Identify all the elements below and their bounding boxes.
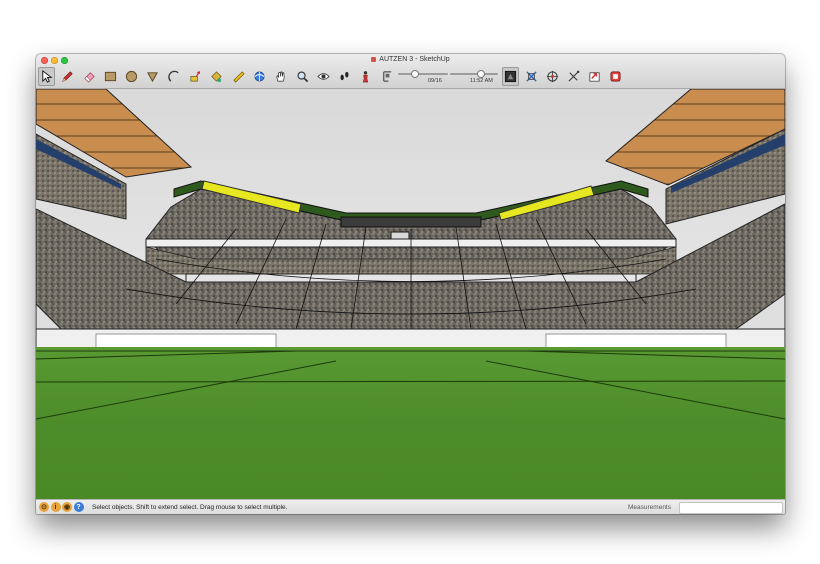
triangle-icon [147,71,159,82]
shadow-settings-icon [383,70,391,82]
walk-tool[interactable] [336,67,353,86]
shadows-toggle[interactable] [379,67,396,86]
rectangle-icon [104,71,116,81]
window-title: AUTZEN 3 - SketchUp [379,56,450,63]
date-slider-thumb[interactable] [411,70,419,78]
position-camera-tool[interactable] [357,67,374,86]
warehouse-icon [546,70,559,82]
footprints-icon [340,71,349,80]
window-title-wrap: AUTZEN 3 - SketchUp [36,55,785,65]
arrow-cursor-icon [42,69,53,83]
orbit-tool[interactable] [251,67,268,86]
orbit-icon [254,70,265,82]
paint-bucket-icon [211,70,223,82]
geo-location-icon[interactable]: ⊙ [39,502,49,512]
secondary-toolbar [502,65,628,87]
date-slider-track[interactable] [398,73,448,75]
pencil-icon [62,70,73,82]
title-bar: AUTZEN 3 - SketchUp 09/16 11:52 AM [36,54,785,89]
eraser-icon [83,71,95,83]
push-pull-icon [190,70,201,82]
select-tool[interactable] [38,66,55,86]
style-button[interactable] [502,66,519,86]
time-slider-track[interactable] [450,73,498,75]
document-icon [371,56,377,62]
layout-button[interactable] [607,67,624,86]
time-slider-thumb[interactable] [476,70,485,78]
layout-icon [610,70,621,82]
wall-panel-left [95,333,277,349]
zoom-tool[interactable] [294,67,311,86]
wall-panel-right [545,333,727,349]
shadow-sliders: 09/16 11:52 AM [398,67,500,85]
polygon-tool[interactable] [144,67,161,86]
extension-warehouse-button[interactable] [565,67,582,86]
model-viewport[interactable] [36,89,785,499]
look-around-tool[interactable] [315,67,332,86]
3d-warehouse-button[interactable] [544,67,561,86]
credits-icon[interactable]: i [50,502,61,512]
measurements-label: Measurements [628,504,671,511]
extension-icon [568,70,580,82]
tape-measure-tool[interactable] [230,67,247,86]
arc-tool[interactable] [166,67,183,86]
circle-tool[interactable] [123,67,140,86]
eraser-tool[interactable] [81,67,98,86]
football-field [36,347,785,499]
time-label: 11:52 AM [470,78,493,84]
date-label: 09/16 [428,78,442,84]
push-pull-tool[interactable] [187,67,204,86]
stadium-scene [36,89,785,499]
pan-tool[interactable] [272,67,289,86]
main-toolbar [38,65,400,87]
press-box [340,216,482,228]
pencil-tool[interactable] [59,67,76,86]
sketchup-window: AUTZEN 3 - SketchUp 09/16 11:52 AM ⊙ i ◉… [36,54,785,514]
paint-bucket-tool[interactable] [208,67,225,86]
help-icon[interactable]: ? [73,502,84,512]
circle-icon [126,70,138,82]
eye-icon [317,72,330,80]
magnifier-icon [297,70,308,82]
measurements-input[interactable] [679,502,783,514]
arc-icon [168,70,179,82]
status-icons: ⊙ i ◉ ? [39,502,84,512]
share-model-button[interactable] [586,67,603,86]
rectangle-tool[interactable] [102,67,119,86]
status-instruction: Select objects. Shift to extend select. … [92,504,288,511]
user-icon[interactable]: ◉ [62,502,72,512]
zoom-extents-icon [526,70,537,82]
hand-icon [276,70,285,82]
zoom-extents-button[interactable] [523,67,540,86]
status-bar: ⊙ i ◉ ? Select objects. Shift to extend … [36,499,785,514]
tape-measure-icon [233,70,245,83]
share-model-icon [589,71,600,82]
person-icon [363,70,369,82]
monochrome-style-icon [504,70,517,82]
